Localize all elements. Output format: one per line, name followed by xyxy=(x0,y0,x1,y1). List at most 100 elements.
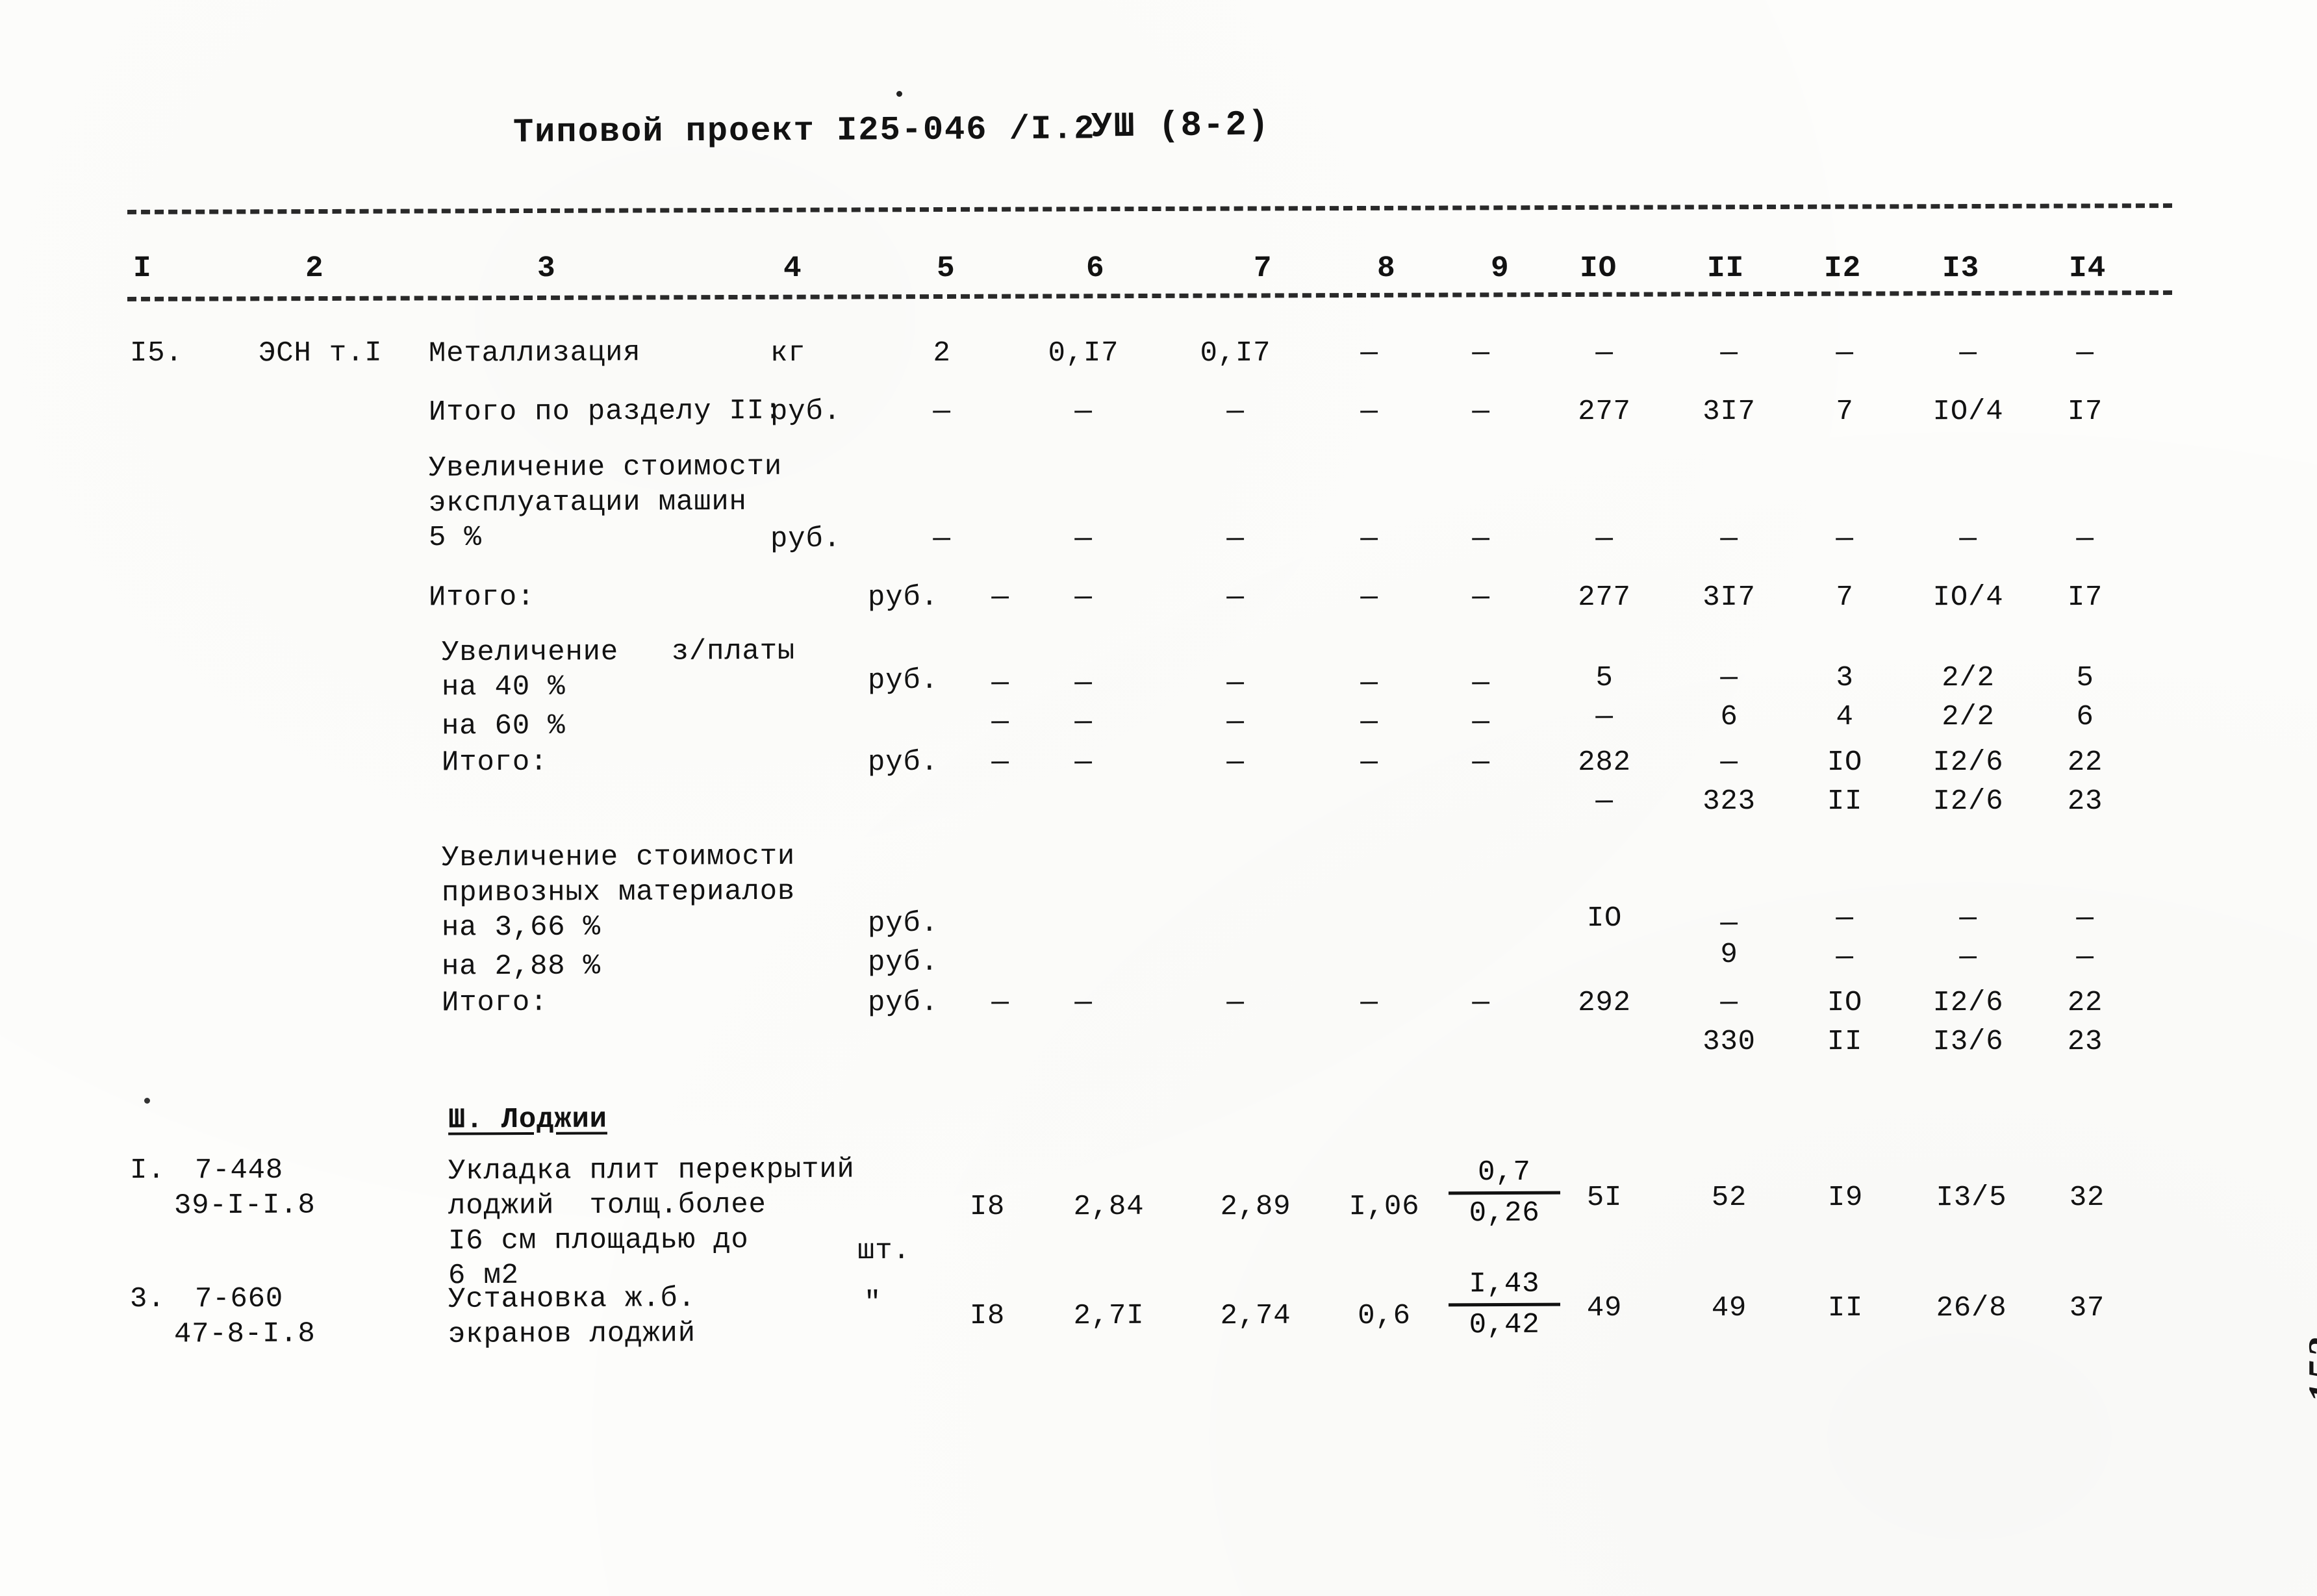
cell-c13: 26/8 xyxy=(1936,1291,2007,1325)
cell-c13: IO/4 xyxy=(1932,395,2004,429)
scanned-document-page: Типовой проект I25-046 /I.2 УШ (8-2) I 2… xyxy=(0,0,2317,1596)
cell-c6: 2,7I xyxy=(1073,1299,1145,1333)
row-work-name: Итого: xyxy=(428,581,535,614)
section-row-number: I. xyxy=(129,1154,166,1187)
cell-c10: 5I xyxy=(1586,1181,1623,1215)
cell-c10: 277 xyxy=(1578,581,1631,614)
cell-c14: — xyxy=(2076,902,2094,935)
section-row-code-1: 7-660 xyxy=(194,1282,284,1316)
cell-c14-line2: 23 xyxy=(2067,1025,2103,1059)
cell-c5: — xyxy=(991,746,1009,779)
section-row-code-1: 7-448 xyxy=(194,1154,284,1187)
cell-c12: — xyxy=(1836,902,1854,935)
column-number-14: I4 xyxy=(2068,251,2107,286)
cell-c9: — xyxy=(1472,581,1490,614)
section-row-unit: " xyxy=(863,1286,882,1320)
cell-c13: 2/2 xyxy=(1942,700,1995,734)
cell-c6: 2,84 xyxy=(1073,1190,1145,1224)
cell-c7: 2,89 xyxy=(1220,1190,1291,1224)
cell-c6: — xyxy=(1074,746,1093,779)
cell-c8: — xyxy=(1360,522,1378,556)
cell-c5: I8 xyxy=(969,1299,1006,1333)
cell-c8: — xyxy=(1360,581,1378,614)
section-row-number: 3. xyxy=(129,1282,166,1316)
column-number-8: 8 xyxy=(1376,251,1396,286)
cell-c12-line2: II xyxy=(1827,785,1863,818)
cell-c8: — xyxy=(1360,336,1378,370)
cell-c11: 6 xyxy=(1720,700,1738,734)
cell-c10: — xyxy=(1595,700,1614,734)
cell-c7: 2,74 xyxy=(1220,1299,1291,1333)
section-row-code-2: 39-I-I.8 xyxy=(173,1189,316,1222)
cell-c11: 3I7 xyxy=(1703,581,1756,614)
cell-c6: — xyxy=(1074,522,1093,556)
cell-c5: — xyxy=(991,986,1009,1020)
cell-c9-fraction: I,43 0,42 xyxy=(1446,1268,1563,1342)
fraction-bar xyxy=(1448,1302,1561,1307)
cell-c5: 2 xyxy=(933,336,951,370)
row-work-name-line-1: Увеличение стоимости xyxy=(428,450,783,485)
cell-c14: 37 xyxy=(2069,1291,2105,1325)
cell-c11: — xyxy=(1720,661,1738,695)
document-title: Типовой проект I25-046 /I.2 xyxy=(513,110,1096,152)
cell-c14: 22 xyxy=(2067,746,2103,779)
section-row-code-2: 47-8-I.8 xyxy=(173,1317,316,1351)
cell-c9-denominator: 0,42 xyxy=(1469,1308,1540,1342)
subrow-unit-1: руб. xyxy=(867,664,939,698)
cell-c8: — xyxy=(1360,666,1378,700)
cell-c12: 7 xyxy=(1836,581,1854,614)
column-number-10: IO xyxy=(1579,251,1617,286)
section-row-name-3: I6 см площадью до xyxy=(448,1223,749,1258)
cell-c7: 0,I7 xyxy=(1200,336,1271,370)
cell-c9: — xyxy=(1472,746,1490,779)
cell-c14: 6 xyxy=(2076,700,2094,734)
cell-c9: — xyxy=(1472,986,1490,1020)
cell-c10: 5 xyxy=(1595,661,1614,695)
cell-c10: — xyxy=(1595,336,1614,370)
cell-c13: I2/6 xyxy=(1932,986,2004,1020)
cell-c7: — xyxy=(1226,666,1245,700)
column-number-3: 3 xyxy=(537,251,556,286)
cell-c9-fraction: 0,7 0,26 xyxy=(1446,1156,1563,1230)
cell-c8: — xyxy=(1360,395,1378,429)
cell-c13: IO/4 xyxy=(1932,581,2004,614)
page-number: -153- xyxy=(2301,1319,2317,1419)
column-number-13: I3 xyxy=(1942,251,1980,286)
cell-c13-line2: I3/6 xyxy=(1932,1025,2004,1059)
subrow-label-2: на 60 % xyxy=(441,709,566,743)
cell-c6: 0,I7 xyxy=(1048,336,1119,370)
cell-c6: — xyxy=(1074,986,1093,1020)
cell-c10: 282 xyxy=(1578,746,1631,779)
row-work-name-line-2: привозных материалов xyxy=(441,875,796,910)
column-number-6: 6 xyxy=(1085,251,1105,286)
row-work-name-line-2: эксплуатации машин xyxy=(428,485,747,520)
cell-c10: 292 xyxy=(1578,986,1631,1020)
cell-c12: 4 xyxy=(1836,700,1854,734)
row-work-name: Итого: xyxy=(441,986,548,1020)
cell-c7: — xyxy=(1226,705,1245,739)
column-number-4: 4 xyxy=(783,251,802,286)
cell-c8: — xyxy=(1360,746,1378,779)
row-number: I5. xyxy=(129,336,183,370)
cell-c13: — xyxy=(1959,336,1977,370)
cell-c14: I7 xyxy=(2067,395,2103,429)
row-unit: руб. xyxy=(867,746,939,779)
cell-c7: — xyxy=(1226,522,1245,556)
cell-c14: 32 xyxy=(2069,1181,2105,1215)
column-number-9: 9 xyxy=(1490,251,1510,286)
row-unit: руб. xyxy=(770,522,841,556)
cell-c12: 3 xyxy=(1836,661,1854,695)
cell-c6: — xyxy=(1074,581,1093,614)
cell-c10: 49 xyxy=(1586,1291,1623,1325)
cell-c5: — xyxy=(991,705,1009,739)
cell-c11: 9 xyxy=(1720,938,1738,972)
table-header-dashed-rule xyxy=(127,290,2173,301)
fraction-bar xyxy=(1448,1191,1561,1195)
cell-c5: — xyxy=(991,581,1009,614)
cell-c7: — xyxy=(1226,581,1245,614)
cell-c9: — xyxy=(1472,522,1490,556)
subrow-label-1: на 40 % xyxy=(441,670,566,704)
section-row-name-2: экранов лоджий xyxy=(448,1317,696,1351)
cell-c5: — xyxy=(991,666,1009,700)
scan-speck xyxy=(896,91,902,97)
